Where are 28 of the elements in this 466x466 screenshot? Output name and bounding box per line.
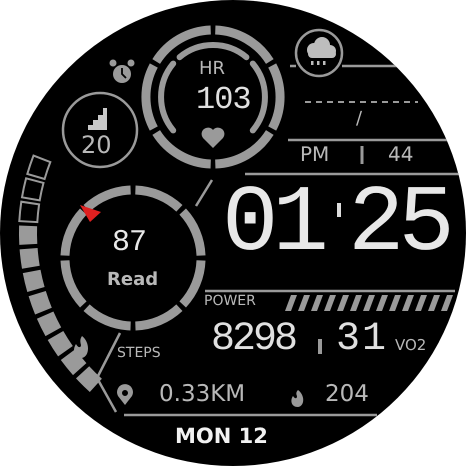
steps-label: STEPS <box>117 346 161 360</box>
location-pin-icon <box>117 384 133 405</box>
reading-value: 87 <box>112 228 146 258</box>
cloud-rain-icon <box>307 37 336 65</box>
clock-minutes: 25 <box>348 178 449 272</box>
leader-line <box>194 179 214 207</box>
reading-label: Read <box>107 271 158 289</box>
floors-value: 20 <box>81 133 112 157</box>
vo2-label: VO2 <box>395 338 426 353</box>
weather-text: / <box>356 110 362 128</box>
pointer-icon <box>80 205 101 222</box>
clock-hours: 01 <box>222 178 323 272</box>
vo2-value: 31 <box>336 320 388 360</box>
heart-icon <box>202 128 224 148</box>
heart-rate-label: HR <box>199 60 226 78</box>
steps-value: 8298 <box>211 320 296 360</box>
status-value: 44 <box>388 144 414 164</box>
period-label: PM <box>300 144 330 164</box>
date-label: MON 12 <box>175 426 268 447</box>
flame-icon <box>291 390 304 407</box>
flame-icon <box>74 336 88 358</box>
weather-ring <box>294 28 344 78</box>
heart-rate-value: 103 <box>196 84 251 116</box>
distance-value: 0.33KM <box>159 383 246 406</box>
power-label: POWER <box>204 294 256 308</box>
alarm-icon <box>110 60 134 83</box>
calories-value: 204 <box>325 383 369 406</box>
stairs-icon <box>88 108 107 130</box>
